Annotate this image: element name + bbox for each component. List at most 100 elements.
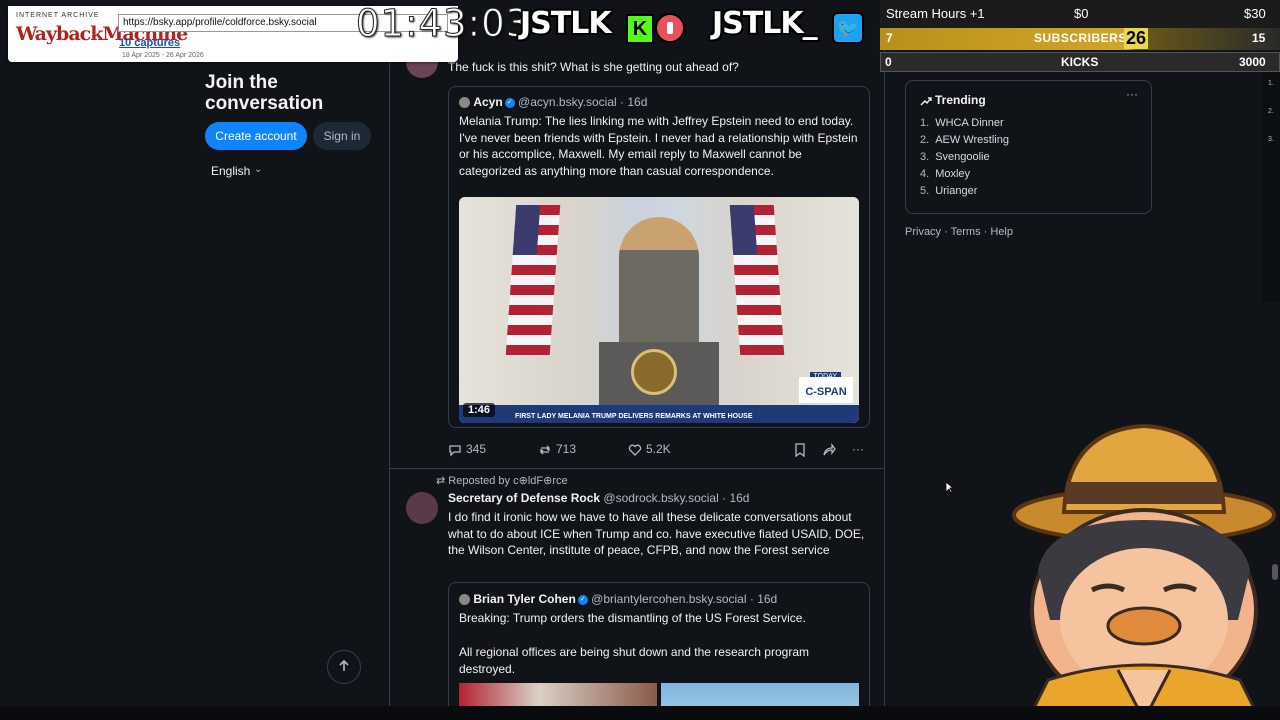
author-handle[interactable]: @sodrock.bsky.social bbox=[603, 491, 718, 505]
quoted-post-header: Brian Tyler Cohen ✓ @briantylercohen.bsky… bbox=[459, 592, 777, 606]
goal-subscribers-bar: 7 SUBSCRIBERS 26 15 bbox=[880, 28, 1280, 50]
verified-icon: ✓ bbox=[577, 594, 588, 605]
wayback-captures-link[interactable]: 10 captures bbox=[119, 37, 180, 49]
join-title: Join the conversation bbox=[205, 72, 324, 114]
quoted-post-text: Melania Trump: The lies linking me with … bbox=[459, 114, 858, 178]
privacy-link[interactable]: Privacy bbox=[905, 226, 941, 238]
trending-item[interactable]: 3. Svengoolie bbox=[920, 151, 990, 163]
avatar[interactable] bbox=[459, 97, 470, 109]
kicks-goal: 3000 bbox=[1239, 55, 1266, 69]
chevron-down-icon[interactable]: ⌄ bbox=[254, 164, 262, 175]
author-handle[interactable]: @acyn.bsky.social bbox=[518, 95, 617, 109]
kicks-label: KICKS bbox=[1061, 55, 1099, 69]
quoted-post-text: Breaking: Trump orders the dismantling o… bbox=[459, 611, 806, 625]
wayback-logo[interactable]: INTERNET ARCHIVE WaybackMachine bbox=[16, 12, 188, 54]
trending-label: Moxley bbox=[935, 168, 971, 180]
network-logo: C-SPAN bbox=[799, 377, 853, 403]
feed-column: The fuck is this shit? What is she getti… bbox=[389, 40, 885, 720]
author-name[interactable]: Secretary of Defense Rock bbox=[448, 491, 600, 505]
post-header: Secretary of Defense Rock @sodrock.bsky.… bbox=[448, 491, 749, 505]
repost-icon: ⇄ bbox=[436, 475, 446, 487]
goal-max: $30 bbox=[1244, 6, 1266, 21]
trending-title-text: Trending bbox=[935, 93, 986, 107]
trending-rank: 5. bbox=[920, 185, 930, 197]
reply-button[interactable]: 345 bbox=[448, 442, 486, 457]
goal-title: Stream Hours +1 bbox=[886, 6, 985, 21]
share-button[interactable] bbox=[822, 442, 840, 457]
kicks-count: 0 bbox=[885, 55, 892, 69]
scroll-to-top-button[interactable] bbox=[327, 650, 361, 684]
goal-hours-row: Stream Hours +1 $0 $30 bbox=[880, 0, 1280, 28]
trending-title: Trending bbox=[920, 93, 986, 107]
goal-kicks-bar: 0 KICKS 3000 bbox=[880, 52, 1280, 72]
ellipsis-icon[interactable]: ··· bbox=[1126, 87, 1138, 101]
quoted-post[interactable]: Brian Tyler Cohen ✓ @briantylercohen.bsky… bbox=[448, 582, 870, 720]
bookmark-button[interactable] bbox=[794, 442, 810, 458]
trending-rank: 1. bbox=[920, 117, 930, 129]
repost-button[interactable]: 713 bbox=[538, 442, 576, 457]
strip-number: 2. bbox=[1268, 108, 1274, 115]
chyron-text: FIRST LADY MELANIA TRUMP DELIVERS REMARK… bbox=[515, 413, 753, 420]
repost-icon bbox=[540, 445, 550, 455]
trending-panel: Trending ··· 1. WHCA Dinner 2. AEW Wrestli… bbox=[905, 80, 1152, 214]
trending-item[interactable]: 5. Urianger bbox=[920, 185, 977, 197]
share-icon bbox=[823, 442, 836, 456]
subs-marker: 26 bbox=[1124, 28, 1149, 49]
stream-goals-panel: Stream Hours +1 $0 $30 7 SUBSCRIBERS 26 … bbox=[880, 0, 1280, 74]
terms-link[interactable]: Terms bbox=[951, 226, 981, 238]
trending-rank: 2. bbox=[920, 134, 930, 146]
footer-links: Privacy · Terms · Help bbox=[905, 226, 1013, 238]
presidential-seal bbox=[631, 349, 677, 395]
repost-count: 713 bbox=[556, 442, 577, 456]
help-link[interactable]: Help bbox=[990, 226, 1013, 238]
trending-label: Urianger bbox=[935, 185, 978, 197]
arrow-up-icon bbox=[339, 659, 349, 671]
trending-item[interactable]: 1. WHCA Dinner bbox=[920, 117, 1004, 129]
brand-twitter-handle: JSTLK_ bbox=[712, 6, 818, 41]
comment-icon bbox=[449, 445, 461, 457]
sign-in-button[interactable]: Sign in bbox=[313, 122, 371, 150]
language-select[interactable]: English bbox=[211, 164, 250, 178]
like-button[interactable]: 5.2K bbox=[628, 442, 671, 457]
author-handle[interactable]: @briantylercohen.bsky.social bbox=[591, 592, 746, 606]
avatar[interactable] bbox=[406, 492, 438, 524]
side-strip: 1. 2. 3. bbox=[1262, 70, 1280, 302]
video-player[interactable]: TODAY C-SPAN FIRST LADY MELANIA TRUMP DE… bbox=[459, 197, 859, 423]
heart-icon bbox=[628, 444, 642, 456]
avatar[interactable] bbox=[459, 594, 470, 606]
trending-rank: 4. bbox=[920, 168, 930, 180]
post-age: · 16d bbox=[722, 491, 750, 505]
author-name[interactable]: Acyn bbox=[473, 95, 502, 109]
subs-label: SUBSCRIBERS bbox=[1034, 31, 1127, 45]
brand-kick-handle: JSTLK bbox=[520, 6, 612, 41]
verified-icon: ✓ bbox=[504, 97, 515, 108]
like-count: 5.2K bbox=[646, 442, 671, 456]
strip-number: 3. bbox=[1268, 136, 1274, 143]
reply-count: 345 bbox=[466, 442, 487, 456]
bottom-bar bbox=[0, 706, 1280, 720]
trending-label: Svengoolie bbox=[935, 151, 990, 163]
mouse-cursor bbox=[946, 482, 954, 494]
post-age: · 16d bbox=[620, 95, 648, 109]
quoted-post[interactable]: Acyn ✓ @acyn.bsky.social · 16d Melania Tr… bbox=[448, 86, 870, 428]
quoted-post-text: All regional offices are being shut down… bbox=[459, 645, 809, 676]
trending-rank: 3. bbox=[920, 151, 930, 163]
author-name[interactable]: Brian Tyler Cohen bbox=[473, 592, 575, 606]
trending-label: WHCA Dinner bbox=[935, 117, 1004, 129]
post-age: · 16d bbox=[749, 592, 778, 606]
trending-item[interactable]: 2. AEW Wrestling bbox=[920, 134, 1009, 146]
bookmark-icon bbox=[795, 443, 805, 458]
more-options-button[interactable]: ··· bbox=[852, 442, 864, 456]
reposted-by: Reposted by c⊕ldF⊕rce bbox=[448, 475, 568, 487]
wayback-date-range: 18 Apr 2025 - 26 Apr 2026 bbox=[122, 52, 204, 59]
post-actions: 345 713 5.2K ··· bbox=[448, 442, 868, 458]
pause-icon bbox=[655, 13, 685, 43]
video-duration: 1:46 bbox=[463, 403, 496, 417]
strip-number: 1. bbox=[1268, 80, 1274, 87]
repost-indicator[interactable]: ⇄ Reposted by c⊕ldF⊕rce bbox=[436, 474, 568, 487]
stream-timer: 01:43:03 bbox=[355, 2, 531, 46]
create-account-button[interactable]: Create account bbox=[205, 122, 307, 150]
kick-icon: K bbox=[626, 14, 654, 44]
trending-item[interactable]: 4. Moxley bbox=[920, 168, 970, 180]
trending-label: AEW Wrestling bbox=[935, 134, 1009, 146]
